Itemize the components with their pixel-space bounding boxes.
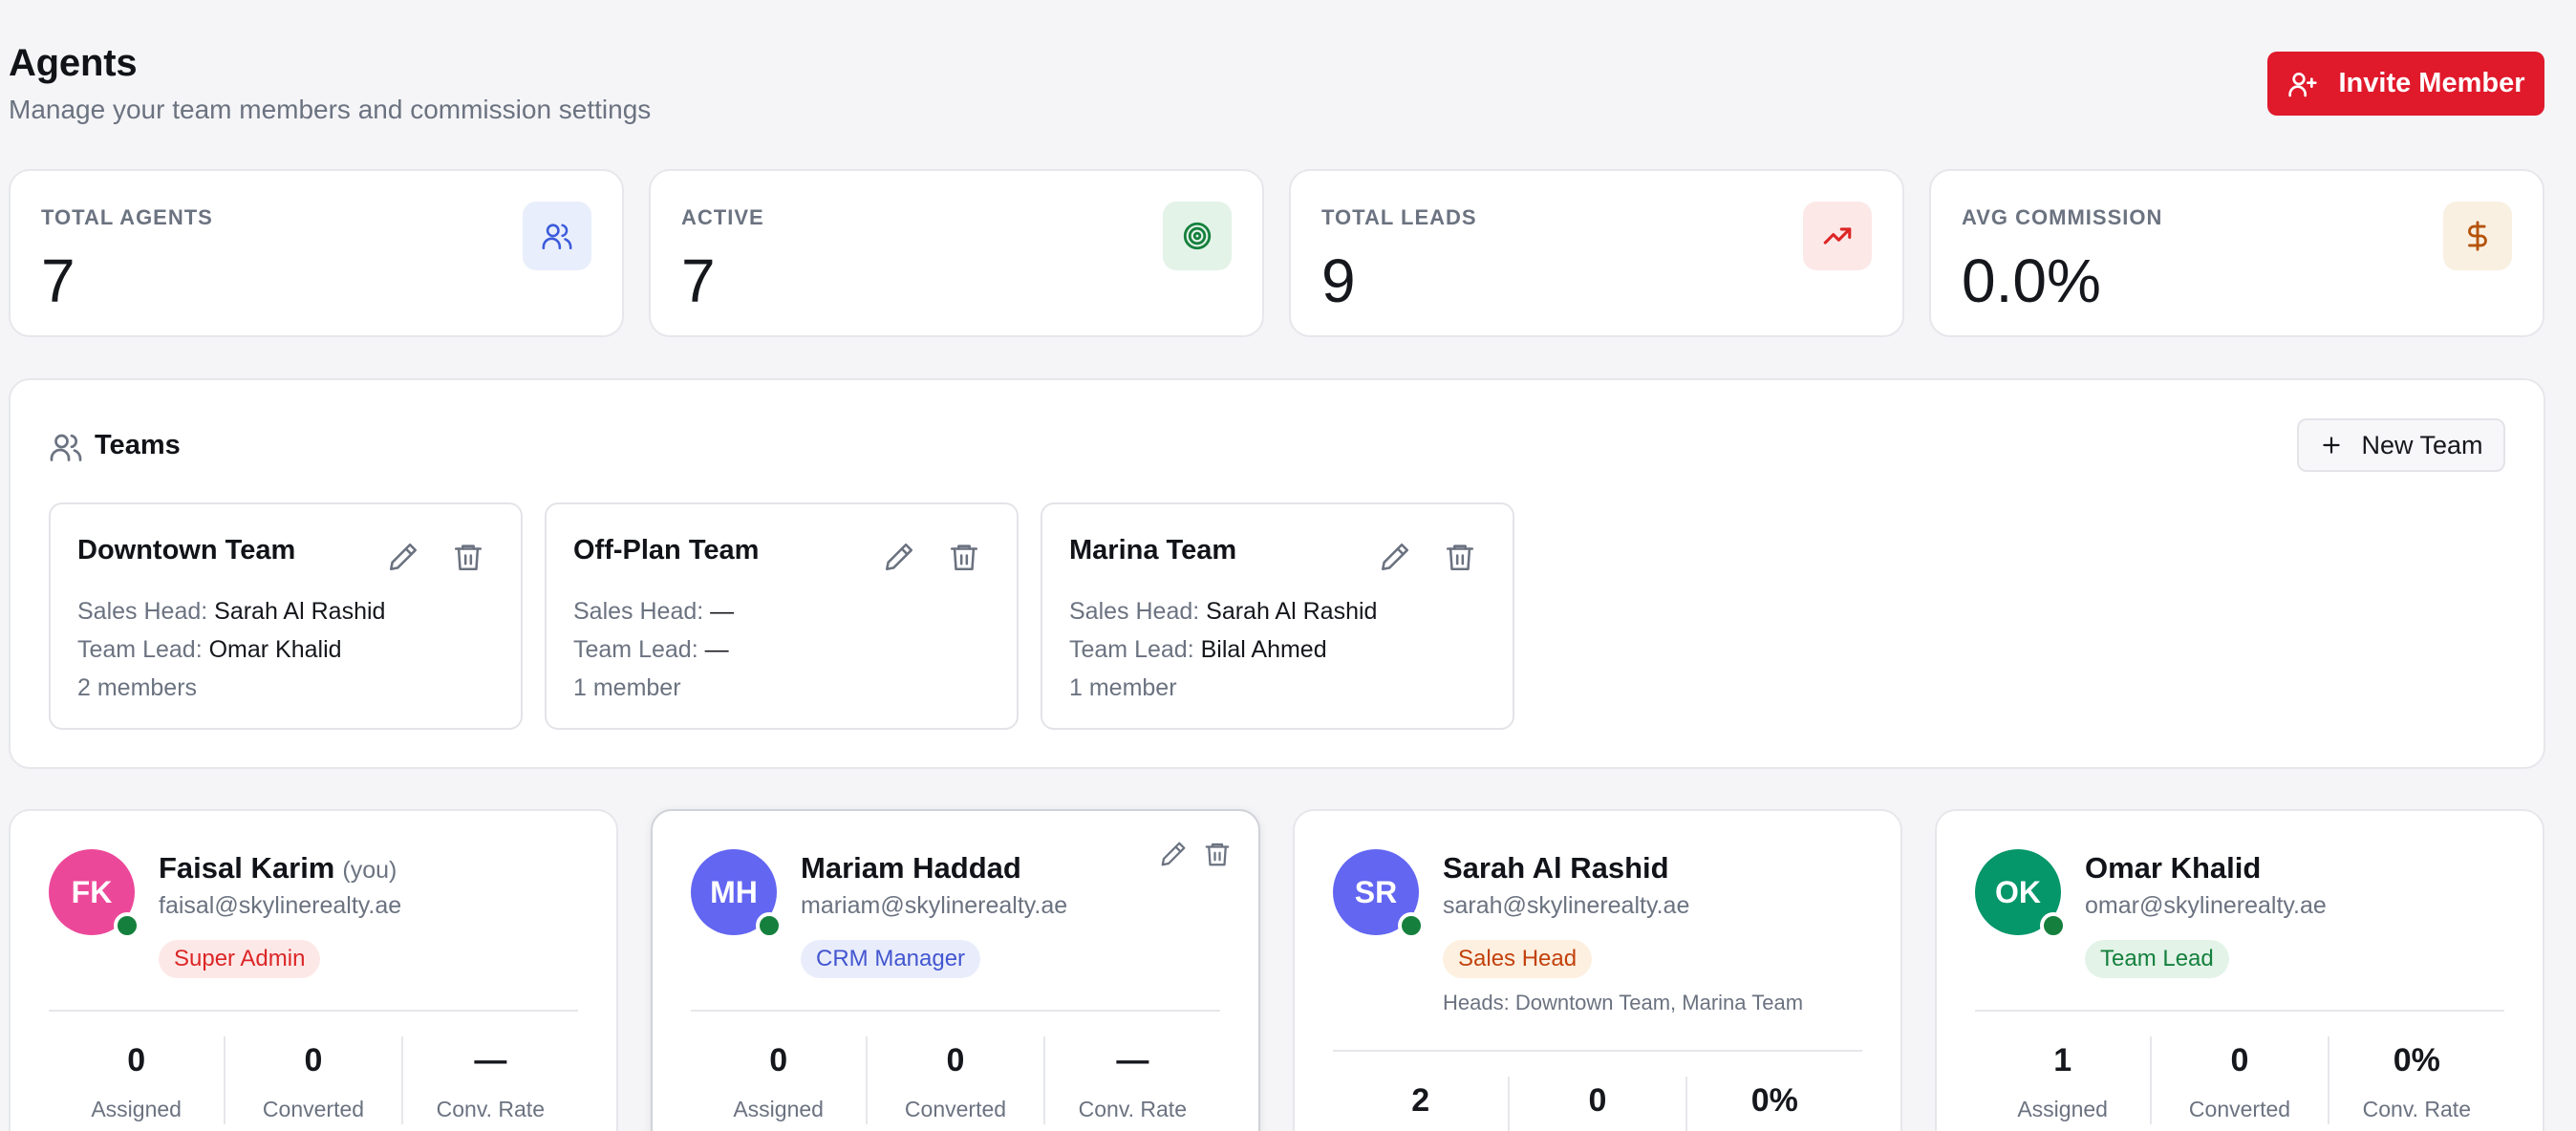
user-plus-icon [2287,72,2317,96]
team-card[interactable]: Marina Team Sales Head: Sarah Al Rashid … [1041,502,1514,730]
team-sales-head: Sales Head: Sarah Al Rashid [1069,598,1378,625]
stat-card-avg-commission: AVG COMMISSION 0.0% [1929,169,2544,337]
new-team-button[interactable]: New Team [2297,418,2505,472]
converted-stat: 0Converted [868,1036,1045,1124]
team-sales-head: Sales Head: — [573,598,735,625]
dollar-icon [2443,202,2512,270]
online-status-dot [756,912,783,939]
trash-icon[interactable] [948,541,980,573]
team-team-lead: Team Lead: — [573,636,729,663]
stat-label: TOTAL LEADS [1321,205,1477,229]
target-icon [1163,202,1232,270]
agent-email: mariam@skylinerealty.ae [801,892,1068,919]
agent-stats: 0 Assigned 0 Converted — Conv. Rate [691,1036,1220,1124]
teams-panel: Teams New Team Downtown Team Sales Head:… [9,378,2545,769]
stat-card-total-leads: TOTAL LEADS 9 [1289,169,1904,337]
pencil-icon[interactable] [387,541,419,573]
role-badge: Sales Head [1443,940,1593,978]
assigned-stat: 2Assigned [1333,1077,1511,1131]
conv-rate-stat: — Conv. Rate [436,1042,545,1121]
new-team-label: New Team [2361,430,2483,459]
converted-stat: 0Converted [2152,1036,2329,1124]
divider [691,1010,1220,1012]
invite-member-label: Invite Member [2338,68,2525,98]
pencil-icon[interactable] [883,541,915,573]
conv-rate-stat: 0%Conv. Rate [2362,1042,2471,1121]
page-title: Agents [9,42,138,84]
stat-label: TOTAL AGENTS [41,205,213,229]
team-name: Downtown Team [77,535,296,566]
plus-icon [2323,437,2341,454]
pencil-icon[interactable] [1379,541,1411,573]
agent-stats: 1 Assigned 0 Converted 0% Conv. Rate [1975,1036,2504,1124]
agent-name: Omar Khalid [2085,851,2262,885]
stat-card-total-agents: TOTAL AGENTS 7 [9,169,624,337]
stat-value: 0.0% [1962,246,2101,315]
agent-card[interactable]: FK Faisal Karim (you) faisal@skylinerealt… [9,809,618,1131]
assigned-stat: 0 Assigned [49,1036,226,1124]
teams-title: Teams [95,430,181,460]
conv-rate-stat: — Conv. Rate [1078,1042,1187,1121]
invite-member-button[interactable]: Invite Member [2267,52,2544,116]
agent-card[interactable]: MH Mariam Haddad mariam@skylinerealty.ae… [651,809,1260,1131]
stat-value: 7 [681,246,716,315]
stat-value: 7 [41,246,75,315]
agent-name: Faisal Karim (you) [159,851,397,885]
you-tag: (you) [342,857,397,884]
online-status-dot [2040,912,2067,939]
trash-icon[interactable] [452,541,484,573]
heads-teams: Heads: Downtown Team, Marina Team [1443,991,1804,1014]
assigned-stat: 1 Assigned [1975,1036,2153,1124]
team-sales-head: Sales Head: Sarah Al Rashid [77,598,386,625]
assigned-stat: 0 Assigned [691,1036,869,1124]
role-badge: CRM Manager [801,940,981,978]
agent-card[interactable]: OK Omar Khalid omar@skylinerealty.ae Tea… [1935,809,2544,1131]
card-actions [1159,840,1232,868]
users-icon [523,202,591,270]
team-team-lead: Team Lead: Bilal Ahmed [1069,636,1327,663]
agent-email: faisal@skylinerealty.ae [159,892,402,919]
agent-name: Mariam Haddad [801,851,1021,885]
team-member-count: 2 members [77,674,198,701]
team-name: Off-Plan Team [573,535,760,566]
agent-stats: 0 Assigned 0 Converted — Conv. Rate [49,1036,578,1124]
trash-icon[interactable] [1444,541,1476,573]
role-badge: Super Admin [159,940,321,978]
agents-page: Agents Manage your team members and comm… [0,0,2576,1131]
agent-email: sarah@skylinerealty.ae [1443,892,1690,919]
divider [49,1010,578,1012]
agent-card[interactable]: SR Sarah Al Rashid sarah@skylinerealty.a… [1293,809,1902,1131]
stat-label: ACTIVE [681,205,764,229]
stat-card-active: ACTIVE 7 [649,169,1264,337]
online-status-dot [114,912,140,939]
converted-stat: 0Converted [225,1036,403,1124]
stat-value: 9 [1321,246,1356,315]
team-member-count: 1 member [1069,674,1177,701]
team-team-lead: Team Lead: Omar Khalid [77,636,342,663]
page-subtitle: Manage your team members and commission … [9,95,652,124]
team-name: Marina Team [1069,535,1237,566]
team-member-count: 1 member [573,674,681,701]
agent-name: Sarah Al Rashid [1443,851,1669,885]
agent-email: omar@skylinerealty.ae [2085,892,2327,919]
trending-up-icon [1803,202,1872,270]
agent-stats: 2Assigned 0Converted 0%Conv. Rate [1333,1077,1862,1131]
divider [1975,1010,2504,1012]
divider [1333,1050,1862,1052]
conv-rate-stat: 0%Conv. Rate [1750,1082,1798,1119]
role-badge: Team Lead [2085,940,2229,978]
users-icon [50,434,82,461]
stat-label: AVG COMMISSION [1962,205,2163,229]
online-status-dot [1398,912,1425,939]
trash-icon[interactable] [1203,840,1232,868]
team-card[interactable]: Off-Plan Team Sales Head: — Team Lead: —… [545,502,1019,730]
converted-stat: 0Converted [1510,1077,1687,1131]
team-card[interactable]: Downtown Team Sales Head: Sarah Al Rashi… [49,502,523,730]
pencil-icon[interactable] [1159,840,1188,868]
